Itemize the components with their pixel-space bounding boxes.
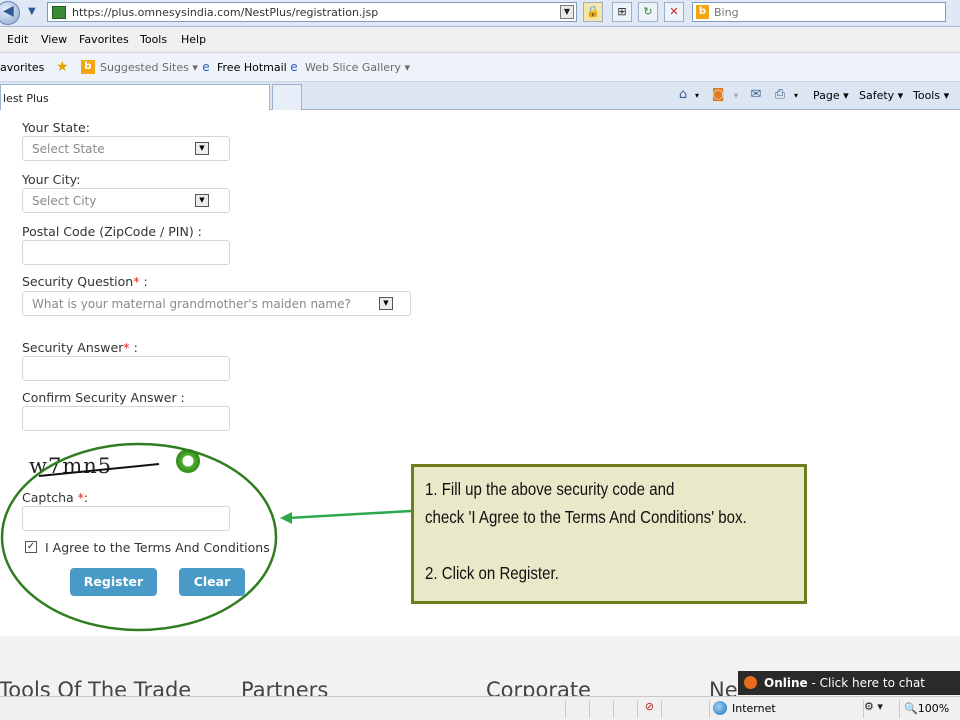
menu-tools[interactable]: Tools: [140, 33, 167, 46]
search-placeholder: Bing: [714, 6, 739, 19]
print-icon[interactable]: ⎙: [772, 87, 788, 103]
tab-bar: lest Plus ⌂ ▾ ◙ ▾ ✉ ⎙ ▾ Page ▾ Safety ▾ …: [0, 82, 960, 110]
bing-icon: b: [81, 60, 95, 74]
lock-icon[interactable]: 🔒: [583, 2, 603, 22]
home-icon[interactable]: ⌂: [675, 87, 691, 103]
compatibility-icon[interactable]: ⊞: [612, 2, 632, 22]
favorites-bar: avorites ★ b Suggested Sites ▾ e Free Ho…: [0, 53, 960, 82]
favorites-web-slice-gallery[interactable]: Web Slice Gallery ▾: [305, 61, 410, 74]
city-select-value: Select City: [32, 194, 97, 208]
print-dropdown-icon[interactable]: ▾: [794, 91, 798, 100]
menu-view[interactable]: View: [41, 33, 67, 46]
star-icon[interactable]: ★: [56, 60, 70, 74]
status-cell: [661, 700, 709, 718]
command-page[interactable]: Page ▾: [813, 89, 849, 102]
callout-line-1: 1. Fill up the above security code and: [425, 479, 675, 499]
back-arrow-icon: ◀: [3, 3, 14, 19]
callout-line-2: check 'I Agree to the Terms And Conditio…: [425, 507, 747, 527]
status-cell: [589, 700, 613, 718]
security-question-value: What is your maternal grandmother's maid…: [32, 297, 351, 311]
highlight-circle: [0, 442, 278, 632]
command-safety[interactable]: Safety ▾: [859, 89, 903, 102]
history-dropdown-icon[interactable]: ▼: [28, 6, 36, 17]
address-bar-row: ◀ ▼ https://plus.omnesysindia.com/NestPl…: [0, 0, 960, 27]
instruction-callout: 1. Fill up the above security code and c…: [411, 464, 807, 604]
state-select-value: Select State: [32, 142, 105, 156]
feeds-icon[interactable]: ◙: [710, 87, 726, 103]
zone-cell: Internet: [709, 700, 863, 718]
callout-line-3: 2. Click on Register.: [425, 563, 559, 583]
postal-code-label: Postal Code (ZipCode / PIN) :: [22, 224, 202, 239]
zoom-control[interactable]: 🔍100%: [899, 700, 960, 718]
chevron-down-icon[interactable]: ▼: [379, 297, 393, 310]
favorites-suggested-sites[interactable]: Suggested Sites ▾: [100, 61, 198, 74]
tab-active[interactable]: lest Plus: [0, 84, 270, 110]
stop-icon[interactable]: ✕: [664, 2, 684, 22]
confirm-answer-input[interactable]: [22, 406, 230, 431]
globe-icon: [713, 701, 727, 715]
security-answer-label: Security Answer* :: [22, 340, 138, 355]
ie-page-icon: e: [290, 60, 298, 74]
feeds-dropdown-icon[interactable]: ▾: [734, 91, 738, 100]
new-tab-button[interactable]: [272, 84, 302, 110]
url-dropdown-icon[interactable]: ▼: [560, 5, 574, 19]
menu-bar: Edit View Favorites Tools Help: [0, 27, 960, 53]
city-label: Your City:: [22, 172, 81, 187]
zone-text: Internet: [732, 702, 776, 715]
favorites-free-hotmail[interactable]: Free Hotmail: [217, 61, 287, 74]
privacy-icon[interactable]: ⊘: [637, 700, 661, 718]
site-favicon-icon: [52, 6, 66, 19]
confirm-answer-label: Confirm Security Answer :: [22, 390, 185, 405]
favorites-label[interactable]: avorites: [0, 61, 44, 74]
pointer-arrowhead: [280, 512, 292, 524]
postal-code-input[interactable]: [22, 240, 230, 265]
ie-page-icon: e: [202, 60, 210, 74]
city-select[interactable]: Select City ▼: [22, 188, 230, 213]
zoom-text: 🔍100%: [904, 702, 950, 715]
url-field[interactable]: https://plus.omnesysindia.com/NestPlus/r…: [47, 2, 577, 22]
chat-icon: [744, 676, 757, 689]
url-text: https://plus.omnesysindia.com/NestPlus/r…: [72, 6, 379, 19]
status-cell: [565, 700, 589, 718]
home-dropdown-icon[interactable]: ▾: [695, 91, 699, 100]
command-tools[interactable]: Tools ▾: [913, 89, 949, 102]
state-select[interactable]: Select State ▼: [22, 136, 230, 161]
chat-widget[interactable]: Online - Click here to chat: [738, 671, 960, 695]
pointer-arrow: [287, 509, 412, 520]
menu-help[interactable]: Help: [181, 33, 206, 46]
search-field[interactable]: b Bing: [692, 2, 946, 22]
annotation-overlay: [0, 442, 412, 632]
chevron-down-icon[interactable]: ▼: [195, 194, 209, 207]
state-label: Your State:: [22, 120, 90, 135]
security-answer-input[interactable]: [22, 356, 230, 381]
security-question-select[interactable]: What is your maternal grandmother's maid…: [22, 291, 411, 316]
protected-mode-icon[interactable]: ⚙ ▾: [863, 700, 899, 718]
status-bar: ⊘ Internet ⚙ ▾ 🔍100%: [0, 696, 960, 720]
tab-title: lest Plus: [3, 92, 49, 105]
menu-edit[interactable]: Edit: [7, 33, 28, 46]
chevron-down-icon[interactable]: ▼: [195, 142, 209, 155]
security-question-label: Security Question* :: [22, 274, 148, 289]
menu-favorites[interactable]: Favorites: [79, 33, 129, 46]
status-cell: [613, 700, 637, 718]
mail-icon[interactable]: ✉: [748, 87, 764, 103]
refresh-icon[interactable]: ↻: [638, 2, 658, 22]
chat-text[interactable]: Online - Click here to chat: [764, 676, 925, 690]
bing-logo-icon: b: [696, 5, 709, 19]
